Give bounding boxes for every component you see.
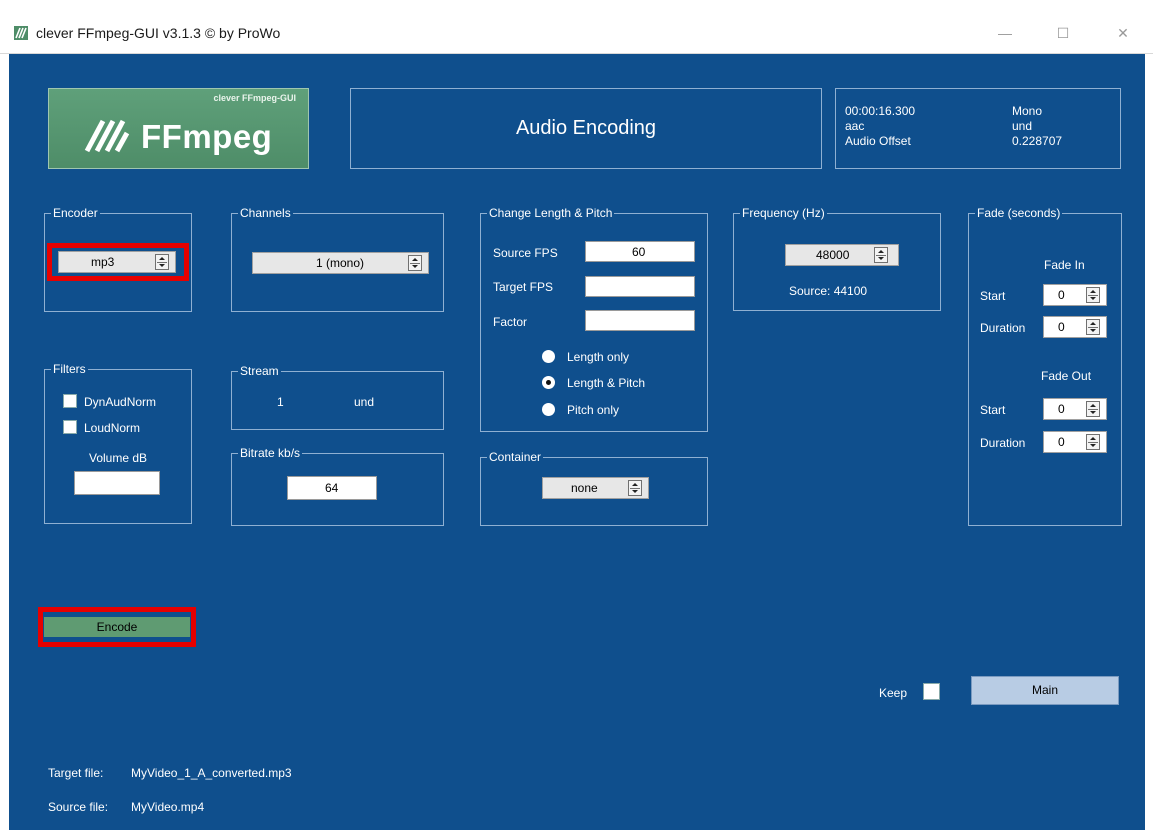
encoder-legend: Encoder xyxy=(53,206,98,220)
mode-title: Audio Encoding xyxy=(515,117,657,139)
target-fps-input[interactable] xyxy=(585,276,695,297)
stream-language: und xyxy=(354,395,375,409)
fade-in-duration-value: 0 xyxy=(1058,320,1065,334)
info-panel: 00:00:16.300 aac Audio Offset Mono und 0… xyxy=(835,88,1121,169)
keep-checkbox[interactable] xyxy=(923,683,940,700)
main-button[interactable]: Main xyxy=(971,676,1119,705)
fade-out-duration-value: 0 xyxy=(1058,435,1065,449)
fade-out-start-label: Start xyxy=(980,403,1006,417)
window-title: clever FFmpeg-GUI v3.1.3 © by ProWo xyxy=(36,25,281,41)
minimize-button[interactable]: — xyxy=(982,18,1028,48)
target-file-label: Target file: xyxy=(48,766,104,780)
volume-input[interactable] xyxy=(74,471,160,495)
stream-group: Stream xyxy=(231,364,444,430)
fade-in-start-label: Start xyxy=(980,289,1006,303)
spinner-arrows-icon[interactable] xyxy=(1086,434,1100,450)
fade-legend: Fade (seconds) xyxy=(977,206,1061,220)
info-duration: 00:00:16.300 xyxy=(845,104,916,118)
channels-spinner[interactable]: 1 (mono) xyxy=(252,252,429,274)
ffmpeg-logo: clever FFmpeg-GUI FFmpeg xyxy=(48,88,309,169)
spinner-arrows-icon[interactable] xyxy=(628,480,642,496)
fade-out-duration-label: Duration xyxy=(980,436,1026,450)
maximize-button[interactable]: ☐ xyxy=(1040,18,1086,48)
info-channel-mode: Mono xyxy=(1012,104,1043,118)
info-left: 00:00:16.300 aac Audio Offset xyxy=(845,104,915,149)
app-icon xyxy=(14,26,28,40)
loudnorm-label: LoudNorm xyxy=(84,421,141,435)
fade-in-start-spinner[interactable]: 0 xyxy=(1043,284,1107,306)
channels-legend: Channels xyxy=(240,206,291,220)
factor-input[interactable] xyxy=(585,310,695,331)
fade-in-duration-spinner[interactable]: 0 xyxy=(1043,316,1107,338)
container-legend: Container xyxy=(489,450,542,464)
channels-value: 1 (mono) xyxy=(316,256,365,270)
spinner-arrows-icon[interactable] xyxy=(408,255,422,271)
radio-label: Length & Pitch xyxy=(567,376,646,390)
info-language: und xyxy=(1012,119,1033,133)
info-codec: aac xyxy=(845,119,865,133)
dynaudnorm-checkbox[interactable] xyxy=(63,394,77,408)
fade-in-duration-label: Duration xyxy=(980,321,1026,335)
bitrate-value: 64 xyxy=(325,481,339,495)
spinner-arrows-icon[interactable] xyxy=(874,247,888,263)
logo-stripes-icon xyxy=(84,119,130,153)
source-file-value: MyVideo.mp4 xyxy=(131,800,205,814)
source-fps-input[interactable]: 60 xyxy=(585,241,695,262)
dynaudnorm-label: DynAudNorm xyxy=(84,395,157,409)
target-fps-label: Target FPS xyxy=(493,280,554,294)
frequency-legend: Frequency (Hz) xyxy=(742,206,825,220)
logo-text: FFmpeg xyxy=(141,118,273,155)
radio-button[interactable] xyxy=(542,350,555,363)
radio-label: Pitch only xyxy=(567,403,620,417)
source-file-label: Source file: xyxy=(48,800,109,814)
radio-button-selected[interactable] xyxy=(542,376,555,389)
loudnorm-checkbox[interactable] xyxy=(63,420,77,434)
spinner-arrows-icon[interactable] xyxy=(1086,401,1100,417)
source-fps-value: 60 xyxy=(632,245,646,259)
radio-label: Length only xyxy=(567,350,630,364)
info-right: Mono und 0.228707 xyxy=(1012,104,1062,149)
radio-button[interactable] xyxy=(542,403,555,416)
frequency-source: Source: 44100 xyxy=(789,284,868,298)
spinner-arrows-icon[interactable] xyxy=(1086,319,1100,335)
frequency-spinner[interactable]: 48000 xyxy=(785,244,899,266)
fade-in-label: Fade In xyxy=(1044,258,1085,272)
factor-label: Factor xyxy=(493,315,528,329)
container-value: none xyxy=(571,481,598,495)
info-audio-offset-value: 0.228707 xyxy=(1012,134,1063,148)
encoder-highlight xyxy=(47,243,189,281)
stream-index: 1 xyxy=(277,395,284,409)
stream-legend: Stream xyxy=(240,364,279,378)
fade-out-start-spinner[interactable]: 0 xyxy=(1043,398,1107,420)
close-button[interactable]: ✕ xyxy=(1100,18,1146,48)
bitrate-legend: Bitrate kb/s xyxy=(240,446,301,460)
mode-title-panel: Audio Encoding xyxy=(350,88,822,169)
fade-out-start-value: 0 xyxy=(1058,402,1065,416)
container-spinner[interactable]: none xyxy=(542,477,649,499)
source-fps-label: Source FPS xyxy=(493,246,558,260)
target-file-value: MyVideo_1_A_converted.mp3 xyxy=(131,766,292,780)
fade-group: Fade (seconds) xyxy=(968,206,1122,526)
fade-out-duration-spinner[interactable]: 0 xyxy=(1043,431,1107,453)
spinner-arrows-icon[interactable] xyxy=(1086,287,1100,303)
fade-out-label: Fade Out xyxy=(1041,369,1092,383)
keep-label: Keep xyxy=(879,686,908,700)
frequency-value: 48000 xyxy=(816,248,850,262)
bitrate-input[interactable]: 64 xyxy=(287,476,377,500)
title-bar: clever FFmpeg-GUI v3.1.3 © by ProWo — ☐ … xyxy=(0,0,1153,54)
encode-highlight xyxy=(38,607,196,647)
info-audio-offset-label: Audio Offset xyxy=(845,134,911,148)
client-area: clever FFmpeg-GUI FFmpeg Audio Encoding … xyxy=(9,54,1145,830)
filters-group: Filters xyxy=(44,362,192,524)
filters-legend: Filters xyxy=(53,362,86,376)
fade-in-start-value: 0 xyxy=(1058,288,1065,302)
change-length-legend: Change Length & Pitch xyxy=(489,206,613,220)
volume-label: Volume dB xyxy=(89,451,148,465)
logo-caption: clever FFmpeg-GUI xyxy=(213,93,296,103)
